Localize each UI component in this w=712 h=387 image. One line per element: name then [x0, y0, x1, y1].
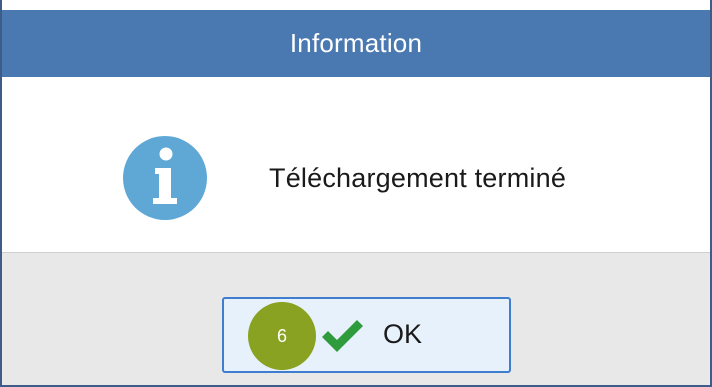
dialog-content: Téléchargement terminé — [2, 77, 710, 252]
information-dialog: Information Téléchargement terminé 6 OK — [0, 0, 712, 387]
ok-button[interactable]: 6 OK — [222, 297, 511, 373]
dialog-title: Information — [289, 28, 423, 58]
dialog-button-bar: 6 OK — [2, 252, 710, 385]
step-badge: 6 — [248, 302, 316, 370]
dialog-title-bar: Information — [2, 10, 710, 77]
info-icon — [123, 136, 207, 220]
dialog-message: Téléchargement terminé — [269, 163, 567, 193]
ok-button-label: OK — [383, 319, 423, 349]
check-icon — [322, 320, 363, 352]
